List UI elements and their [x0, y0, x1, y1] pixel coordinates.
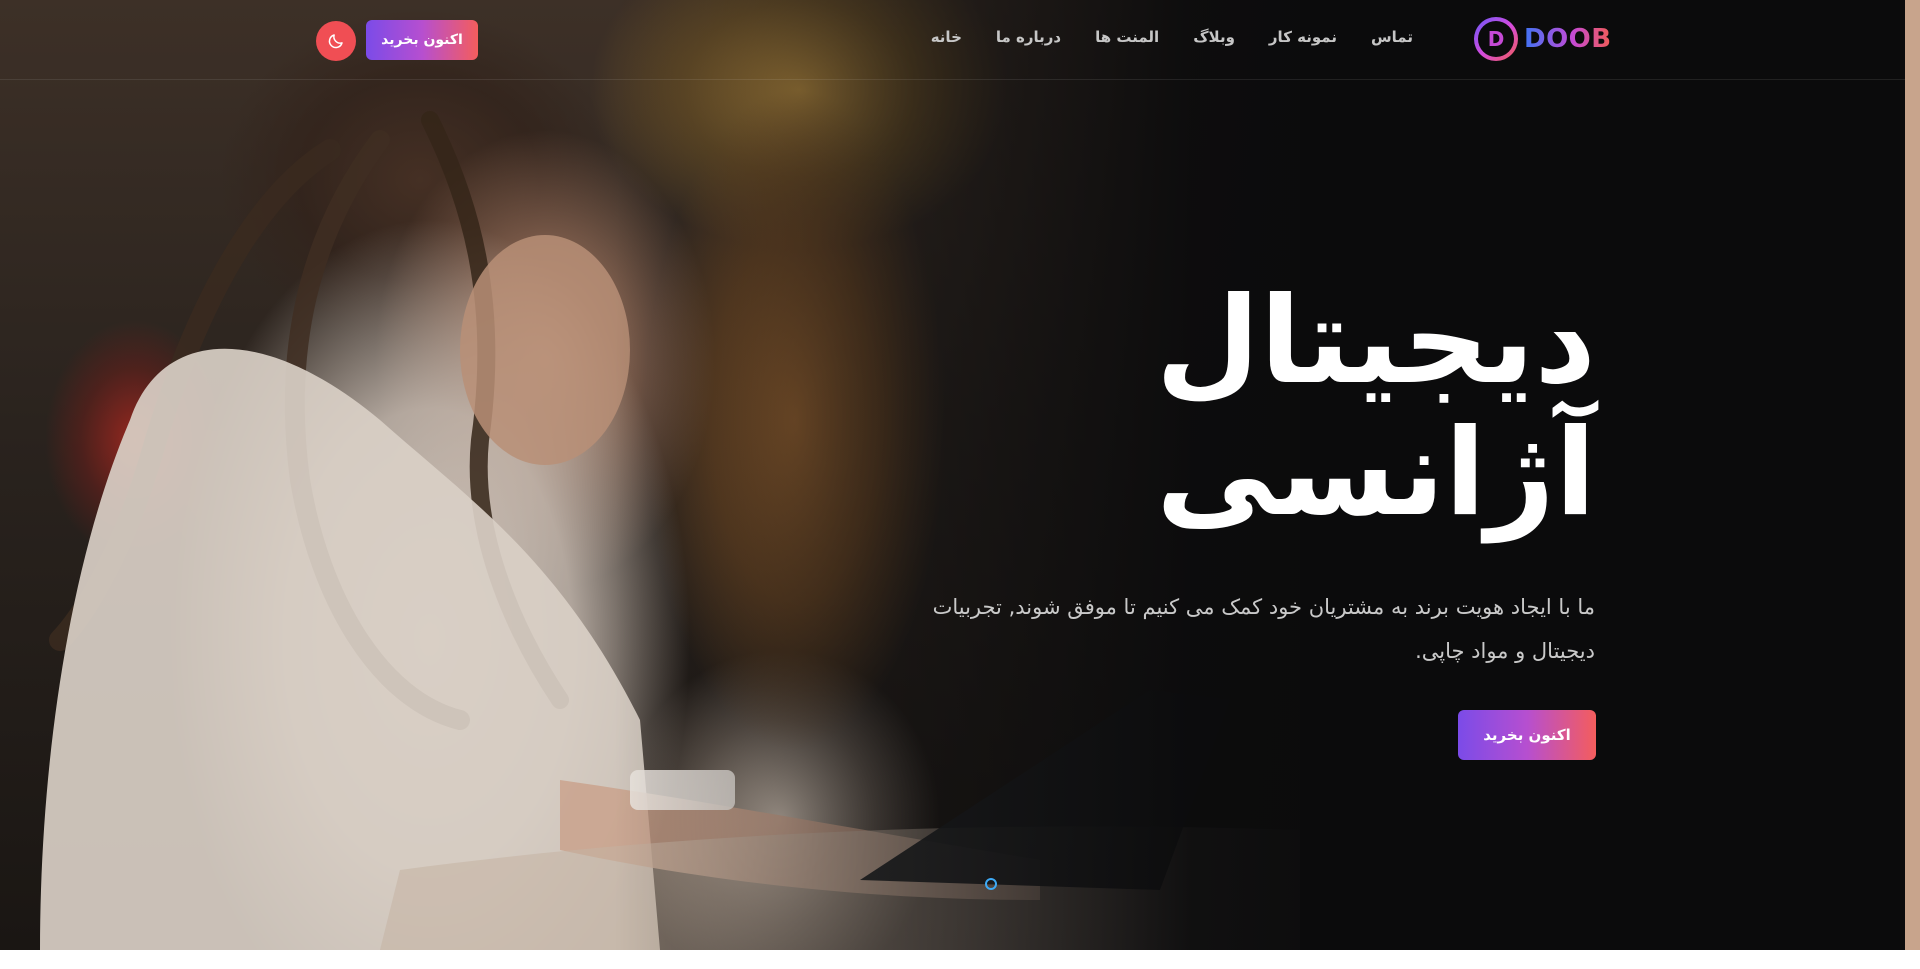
hero-title-line-2: آژانسی	[1156, 404, 1596, 543]
nav-item-about[interactable]: درباره ما	[996, 28, 1061, 46]
moon-icon	[328, 34, 343, 49]
nav-item-portfolio[interactable]: نمونه کار	[1269, 28, 1337, 46]
nav-item-blog[interactable]: وبلاگ	[1193, 28, 1235, 46]
nav-item-contact[interactable]: تماس	[1371, 28, 1413, 46]
logo-text: DOOB	[1524, 24, 1612, 54]
logo-mark-icon: D	[1474, 17, 1518, 61]
theme-toggle-button[interactable]	[316, 21, 356, 61]
main-nav: خانه درباره ما المنت ها وبلاگ نمونه کار …	[931, 28, 1413, 46]
logo[interactable]: D DOOB	[1474, 17, 1612, 61]
hero-title: دیجیتال آژانسی	[896, 276, 1596, 540]
header-buy-button[interactable]: اکنون بخرید	[366, 20, 478, 60]
hero-section: D DOOB خانه درباره ما المنت ها وبلاگ نمو…	[0, 0, 1920, 950]
nav-item-elements[interactable]: المنت ها	[1095, 28, 1159, 46]
hero-buy-button[interactable]: اکنون بخرید	[1458, 710, 1596, 760]
hero-description: ما با ایجاد هویت برند به مشتریان خود کمک…	[932, 595, 1595, 663]
logo-letter: D	[1478, 21, 1514, 57]
hero-title-line-1: دیجیتال	[1155, 272, 1596, 411]
slider-dot[interactable]	[985, 878, 997, 890]
scrollbar-strip	[1905, 0, 1920, 950]
site-header: D DOOB خانه درباره ما المنت ها وبلاگ نمو…	[0, 0, 1905, 80]
nav-item-home[interactable]: خانه	[931, 28, 962, 46]
